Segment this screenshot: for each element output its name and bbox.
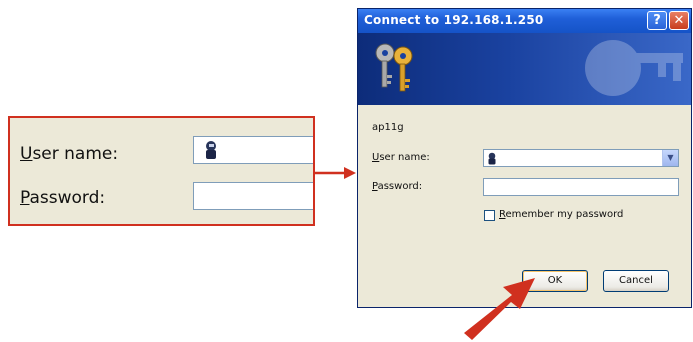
site-name: ap11g — [372, 122, 404, 133]
login-dialog: Connect to 192.168.1.250 ? ✕ ap11g User … — [357, 8, 692, 308]
cancel-button[interactable]: Cancel — [603, 270, 669, 292]
dialog-title: Connect to 192.168.1.250 — [364, 13, 544, 27]
user-name-combobox[interactable]: ▼ — [483, 149, 679, 167]
help-icon[interactable]: ? — [647, 11, 667, 30]
close-icon[interactable]: ✕ — [669, 11, 689, 30]
title-bar[interactable]: Connect to 192.168.1.250 ? ✕ — [358, 9, 691, 33]
password-field[interactable] — [483, 178, 679, 196]
user-name-label: User name: — [372, 152, 430, 163]
keys-icon — [375, 40, 683, 96]
remember-password-checkbox[interactable] — [484, 210, 495, 221]
dropdown-arrow-icon[interactable]: ▼ — [662, 150, 678, 166]
password-label: Password: — [372, 181, 423, 192]
ok-button[interactable]: OK — [522, 270, 588, 292]
remember-password-label[interactable]: Remember my password — [499, 209, 623, 220]
dialog-banner — [358, 33, 691, 105]
user-icon — [488, 152, 496, 165]
